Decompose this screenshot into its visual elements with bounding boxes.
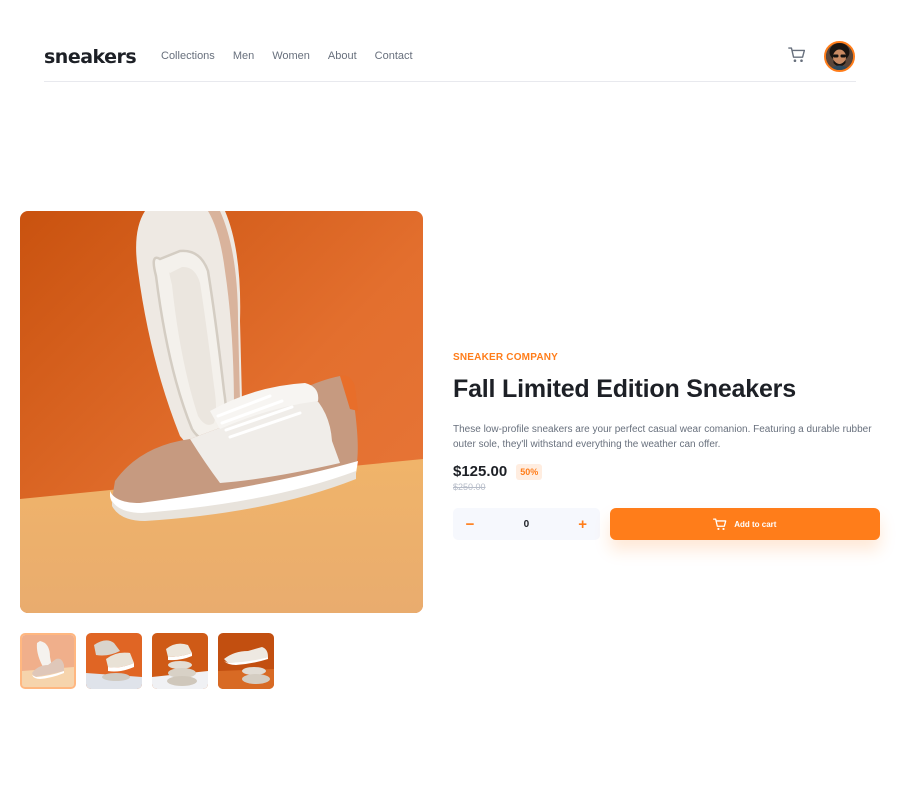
thumbnail-1[interactable] [20, 633, 76, 689]
increment-button[interactable]: + [576, 517, 590, 532]
purchase-actions: − 0 + Add to cart [453, 508, 880, 540]
price-row: $125.00 50% [453, 463, 880, 480]
avatar[interactable] [824, 41, 855, 72]
product-description: These low-profile sneakers are your perf… [453, 424, 872, 450]
main-product-image[interactable] [20, 211, 423, 613]
decrement-button[interactable]: − [463, 517, 477, 532]
nav-link-collections[interactable]: Collections [161, 50, 215, 62]
main-nav: Collections Men Women About Contact [161, 50, 413, 62]
thumbnail-3[interactable] [152, 633, 208, 689]
nav-link-contact[interactable]: Contact [375, 50, 413, 62]
nav-link-women[interactable]: Women [272, 50, 310, 62]
thumbnail-4[interactable] [218, 633, 274, 689]
thumbnail-2[interactable] [86, 633, 142, 689]
cart-icon[interactable] [788, 46, 806, 64]
site-logo[interactable]: sneakers [44, 46, 137, 68]
nav-link-men[interactable]: Men [233, 50, 254, 62]
site-header: sneakers Collections Men Women About Con… [44, 40, 856, 82]
product-info: SNEAKER COMPANY Fall Limited Edition Sne… [453, 352, 880, 540]
add-to-cart-button[interactable]: Add to cart [609, 508, 880, 540]
company-name: SNEAKER COMPANY [453, 352, 559, 363]
current-price: $125.00 [453, 463, 508, 480]
original-price: $250.00 [453, 482, 486, 492]
quantity-value: 0 [523, 518, 530, 530]
thumbnail-strip [20, 633, 274, 689]
cart-icon [713, 517, 727, 530]
add-to-cart-label: Add to cart [734, 519, 777, 529]
product-title: Fall Limited Edition Sneakers [453, 375, 796, 403]
quantity-stepper: − 0 + [453, 508, 600, 540]
nav-link-about[interactable]: About [328, 50, 357, 62]
discount-badge: 50% [516, 463, 543, 480]
